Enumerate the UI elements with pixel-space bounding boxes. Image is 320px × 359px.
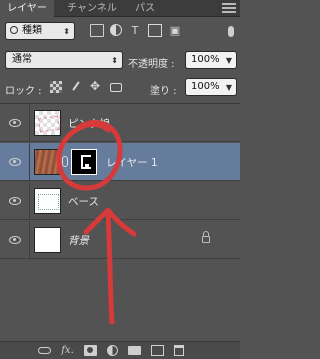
fill-field[interactable]: 100% ▼ — [185, 78, 237, 96]
tab-paths[interactable]: パス — [130, 0, 160, 17]
lock-pixels-icon[interactable] — [70, 81, 82, 93]
visibility-eye-icon[interactable] — [9, 158, 21, 166]
fill-value: 100% — [191, 81, 220, 92]
layer-thumbnail — [34, 110, 61, 136]
layers-bottom-bar: fx. — [0, 341, 240, 359]
adjustment-icon[interactable] — [107, 345, 118, 356]
blend-row: 通常 ⬍ 不透明度 : 100% ▼ — [0, 48, 240, 72]
blend-mode-value: 通常 — [12, 54, 32, 65]
mask-link-icon[interactable] — [62, 156, 68, 167]
layer-filter-row: 種類 ⬍ T ▣ — [0, 19, 240, 43]
layer-name: 背景 — [68, 235, 89, 247]
opacity-field[interactable]: 100% ▼ — [185, 51, 237, 69]
lock-transparency-icon[interactable] — [50, 81, 62, 93]
visibility-eye-icon[interactable] — [9, 197, 21, 205]
chevron-updown-icon: ⬍ — [63, 27, 70, 36]
chevron-updown-icon: ⬍ — [111, 56, 118, 65]
chevron-down-icon: ▼ — [225, 83, 232, 92]
trash-icon[interactable] — [174, 345, 184, 356]
opacity-value: 100% — [191, 54, 220, 65]
filter-kind-label: 種類 — [22, 25, 42, 36]
tab-channels[interactable]: チャンネル — [56, 0, 128, 17]
layer-mask-thumbnail[interactable] — [71, 149, 97, 175]
fx-icon[interactable]: fx. — [61, 345, 74, 356]
search-icon — [10, 26, 18, 34]
lock-label: ロック : — [5, 86, 42, 97]
layer-name: ベース — [68, 196, 99, 208]
layer-thumbnail — [34, 188, 61, 214]
layer-name: レイヤー 1 — [106, 157, 158, 169]
image-filter-icon[interactable] — [90, 24, 104, 37]
link-icon[interactable] — [38, 347, 51, 354]
layers-list: ピンク線 レイヤー 1 ベース 背景 — [0, 103, 240, 331]
filter-kind-dropdown[interactable]: 種類 ⬍ — [5, 22, 75, 40]
lock-position-icon[interactable] — [90, 79, 102, 93]
chevron-down-icon: ▼ — [225, 56, 232, 65]
type-filter-icon[interactable]: T — [128, 24, 142, 37]
new-group-icon[interactable] — [128, 346, 141, 355]
visibility-eye-icon[interactable] — [9, 236, 21, 244]
visibility-eye-icon[interactable] — [9, 119, 21, 127]
panel-tab-bar: レイヤー チャンネル パス — [0, 0, 240, 17]
layer-row-base[interactable]: ベース — [0, 182, 240, 220]
layer-name: ピンク線 — [68, 118, 110, 130]
lock-all-icon[interactable] — [110, 83, 122, 92]
opacity-label: 不透明度 : — [128, 59, 175, 70]
new-layer-icon[interactable] — [151, 345, 164, 356]
layer-thumbnail — [34, 149, 61, 175]
tab-layers[interactable]: レイヤー — [0, 0, 54, 17]
smart-object-filter-icon[interactable]: ▣ — [168, 24, 182, 37]
lock-icon — [202, 231, 210, 243]
layer-row-background[interactable]: 背景 — [0, 221, 240, 259]
panel-menu-icon[interactable] — [222, 3, 236, 14]
filter-toggle[interactable] — [228, 26, 234, 37]
layer-thumbnail — [34, 227, 61, 253]
blend-mode-dropdown[interactable]: 通常 ⬍ — [5, 51, 123, 69]
fill-label: 塗り : — [150, 86, 177, 97]
layer-row-layer-1[interactable]: レイヤー 1 — [0, 143, 240, 181]
add-mask-icon[interactable] — [84, 345, 97, 356]
shape-filter-icon[interactable] — [148, 24, 162, 37]
layer-row-pink-line[interactable]: ピンク線 — [0, 104, 240, 142]
adjustment-filter-icon[interactable] — [110, 24, 122, 36]
